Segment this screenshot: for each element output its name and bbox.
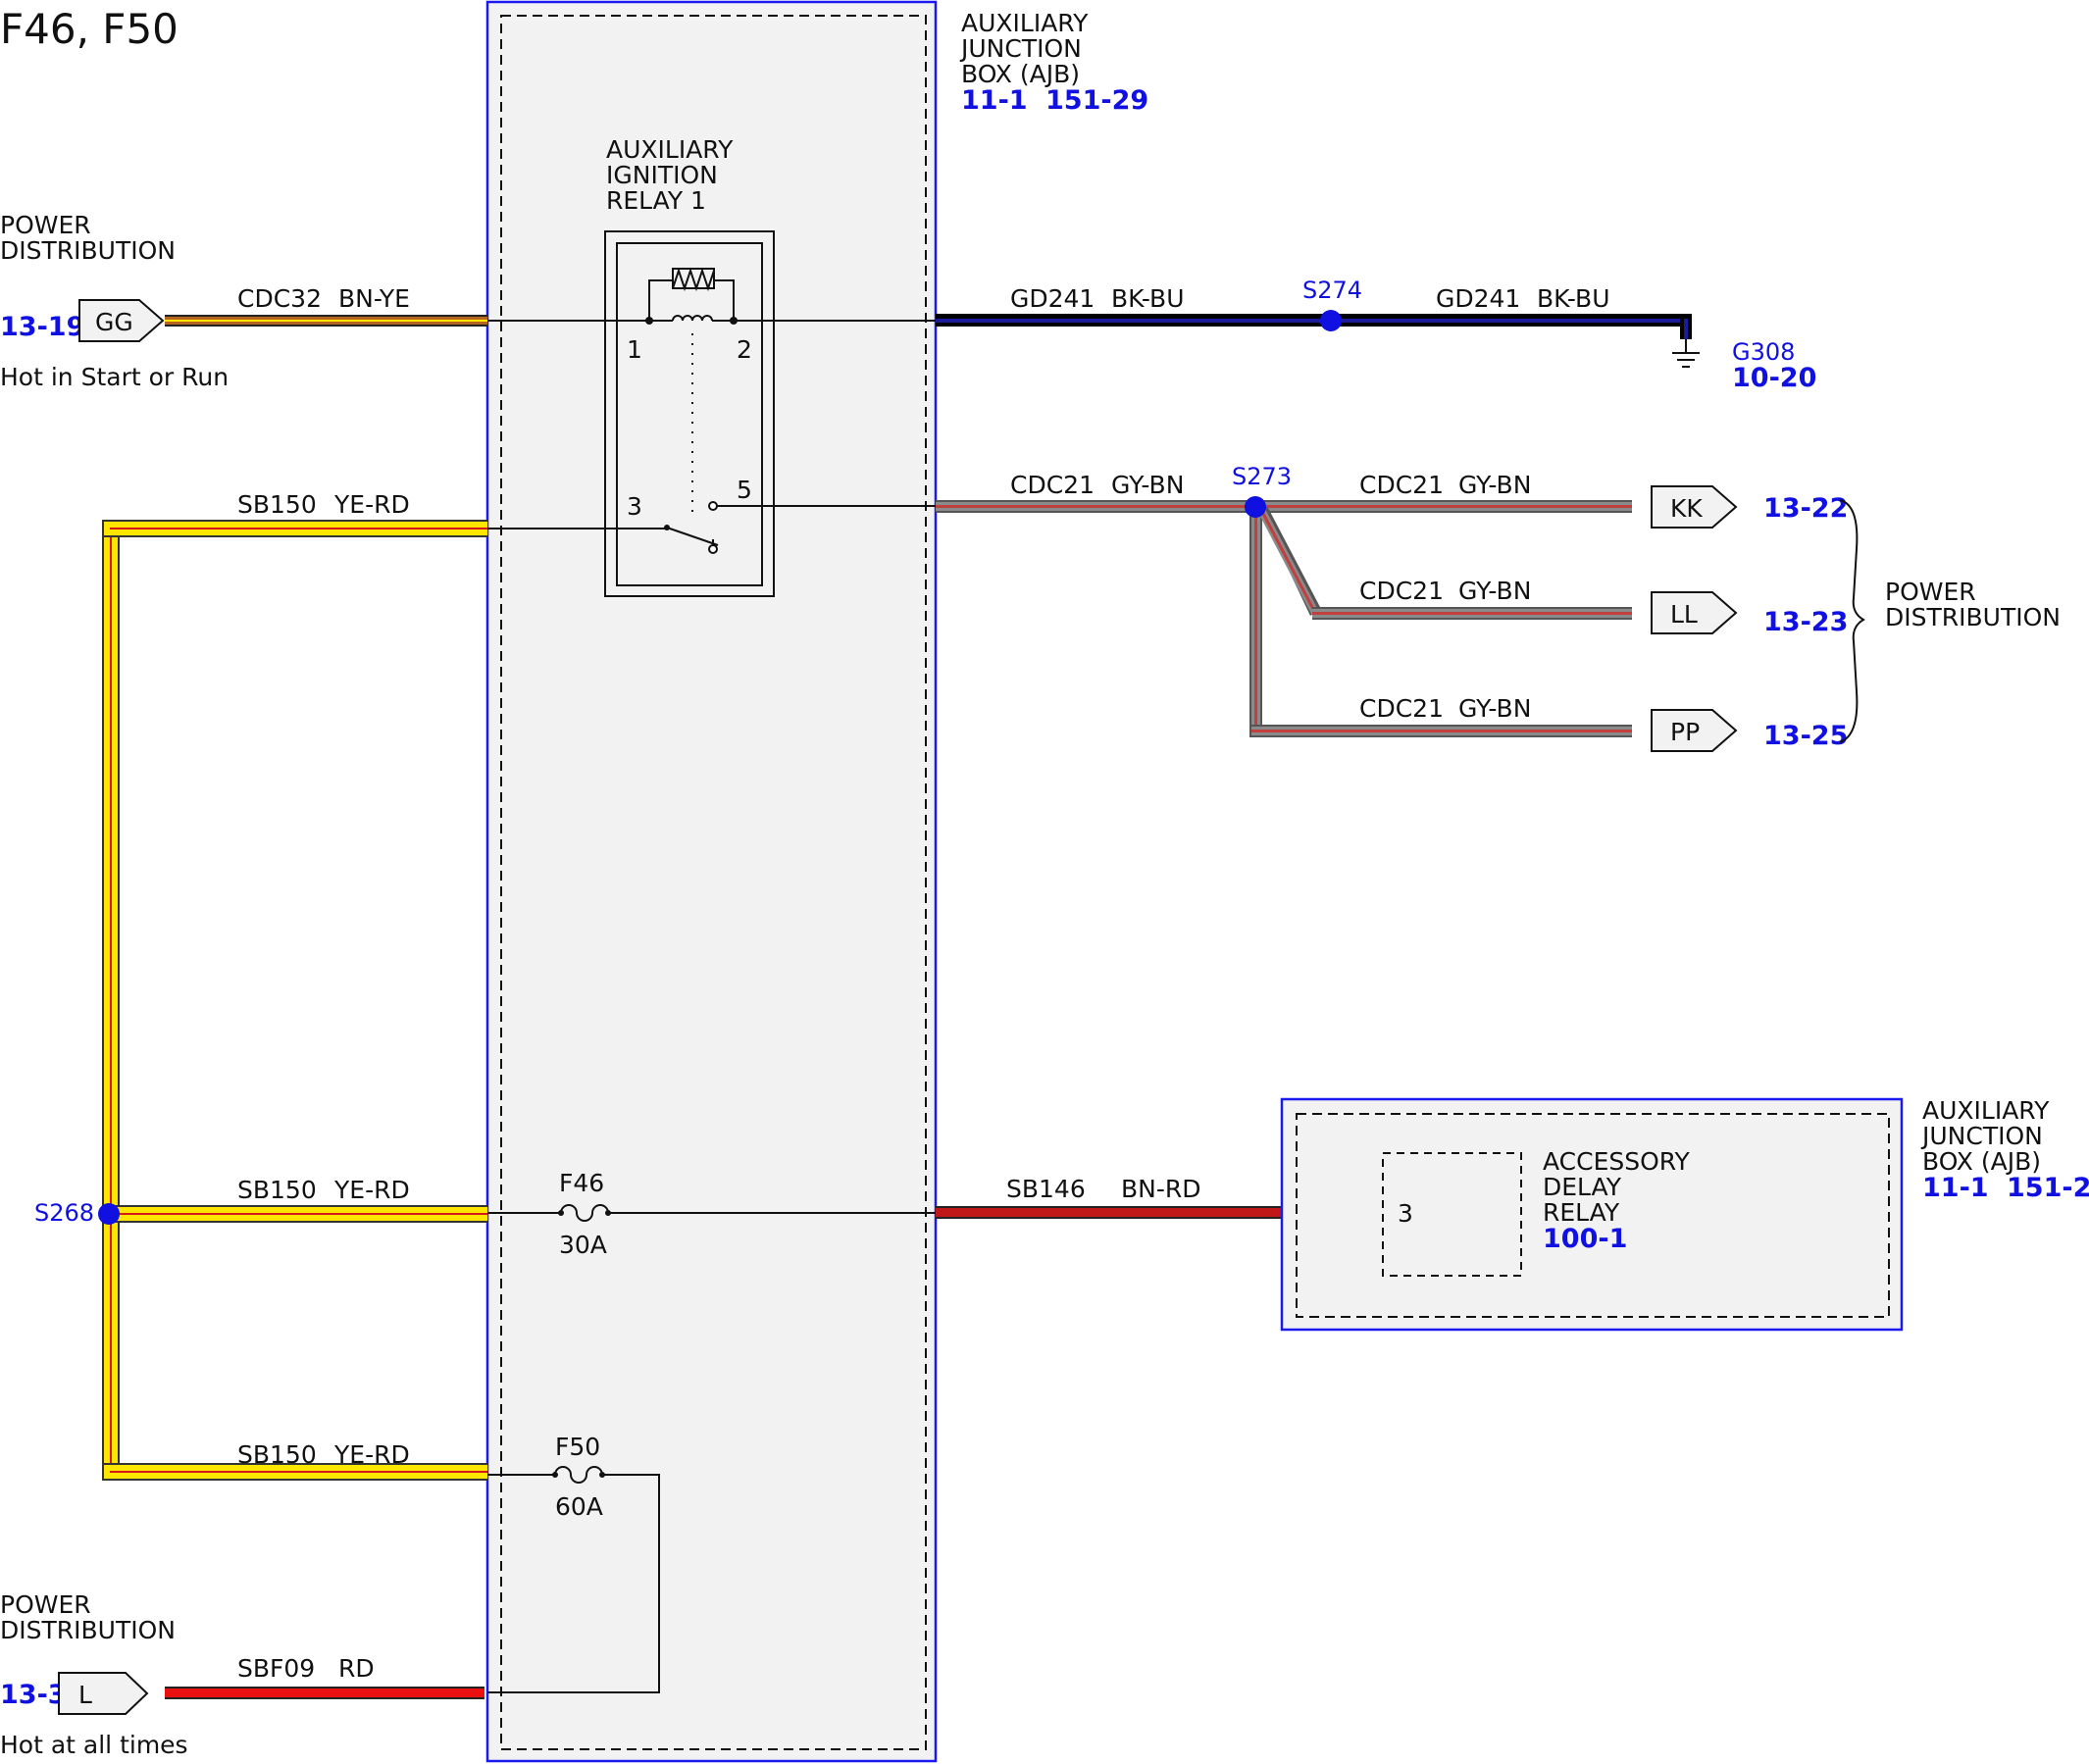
wire-gd241 (936, 314, 1692, 339)
wire-cdc21-ll-color: GY-BN (1458, 577, 1531, 605)
wire-sb150-top-circuit: SB150 (237, 490, 317, 519)
wire-sb150-bus (102, 520, 487, 1481)
connector-l-label: L (78, 1681, 92, 1709)
accessory-relay-ref[interactable]: 100-1 (1543, 1224, 1627, 1254)
pd-bottom-label-2: DISTRIBUTION (0, 1616, 176, 1644)
wire-sb150-mid-color: YE-RD (333, 1176, 410, 1204)
ajb2-label-2: JUNCTION (1920, 1122, 2043, 1150)
accessory-relay-pin: 3 (1398, 1199, 1413, 1228)
pd-bottom-ref[interactable]: 13-3 (0, 1680, 67, 1710)
wire-gd241-b-circuit: GD241 (1436, 284, 1520, 313)
relay1-label-2: IGNITION (606, 161, 718, 189)
accessory-relay-label-1: ACCESSORY (1543, 1147, 1691, 1176)
wire-sbf09-color: RD (338, 1654, 375, 1683)
wire-sbf09 (165, 1687, 484, 1699)
relay1-pin-1: 1 (627, 335, 642, 364)
wire-cdc21-kk-color: GY-BN (1458, 471, 1531, 499)
fuse-f46-rating: 30A (559, 1231, 607, 1259)
wire-cdc32 (165, 315, 487, 327)
relay1-pin-3: 3 (627, 492, 642, 521)
fuse-f46-name: F46 (559, 1169, 604, 1197)
splice-s274-label: S274 (1302, 277, 1362, 304)
ajb-ref-2[interactable]: 151-29 (1045, 85, 1148, 116)
wire-cdc21-ll-circuit: CDC21 (1359, 577, 1444, 605)
wire-sbf09-circuit: SBF09 (237, 1654, 315, 1683)
ground-icon (1672, 339, 1700, 368)
f46-pin-a (558, 1210, 564, 1216)
fuse-f50-name: F50 (555, 1433, 600, 1461)
ajb2-ref-1[interactable]: 11-1 (1922, 1173, 1989, 1203)
f50-pin-a (552, 1472, 558, 1478)
ajb2-ref-2[interactable]: 151-29 (2007, 1173, 2089, 1203)
pd-right-label-1: POWER (1885, 578, 1976, 606)
pd-bottom-note: Hot at all times (0, 1731, 188, 1759)
wire-cdc21-pp-color: GY-BN (1458, 694, 1531, 723)
ajb-label-1: AUXILIARY (961, 9, 1089, 37)
pd-top-note: Hot in Start or Run (0, 363, 229, 391)
ajb2-label-1: AUXILIARY (1922, 1096, 2050, 1125)
fuse-f50-rating: 60A (555, 1492, 603, 1521)
pd-top-label-1: POWER (0, 211, 91, 239)
wire-gd241-a-color: BK-BU (1111, 284, 1185, 313)
relay1-pin-5: 5 (737, 476, 752, 504)
ajb2-label-3: BOX (AJB) (1922, 1147, 2041, 1176)
splice-s268-label: S268 (34, 1199, 94, 1227)
connector-kk-ref[interactable]: 13-22 (1763, 493, 1848, 524)
wire-sb150-mid-circuit: SB150 (237, 1176, 317, 1204)
relay1-pin-2: 2 (737, 335, 752, 364)
splice-s273 (1245, 496, 1266, 518)
wire-cdc21-main-color: GY-BN (1111, 471, 1184, 499)
splice-s273-label: S273 (1232, 463, 1292, 490)
wire-sb146-color: BN-RD (1121, 1175, 1201, 1203)
wire-sb146 (936, 1206, 1282, 1219)
connector-ll-ref[interactable]: 13-23 (1763, 607, 1848, 637)
connector-l (58, 1672, 149, 1715)
relay1-label-1: AUXILIARY (606, 135, 734, 164)
wire-sb150-bot-circuit: SB150 (237, 1440, 317, 1469)
accessory-relay-label-2: DELAY (1543, 1173, 1622, 1201)
pd-bottom-label-1: POWER (0, 1590, 91, 1619)
ajb-label-3: BOX (AJB) (961, 60, 1080, 88)
connector-ll-label: LL (1670, 600, 1698, 629)
splice-s268 (98, 1203, 120, 1225)
wiring-diagram: F46, F50 AUXILIARY JUNCTION BOX (AJB) 11… (0, 0, 2089, 1763)
wire-gd241-a-circuit: GD241 (1010, 284, 1095, 313)
connector-gg-label: GG (95, 308, 133, 336)
connector-pp-label: PP (1670, 718, 1700, 746)
pd-right-label-2: DISTRIBUTION (1885, 603, 2061, 631)
ground-ref[interactable]: 10-20 (1732, 363, 1816, 393)
pd-top-label-2: DISTRIBUTION (0, 236, 176, 265)
splice-s274 (1320, 310, 1342, 331)
ajb-label-2: JUNCTION (959, 34, 1082, 63)
wire-cdc32-circuit: CDC32 (237, 284, 322, 313)
relay1-label-3: RELAY 1 (606, 186, 706, 215)
accessory-relay-label-3: RELAY (1543, 1198, 1620, 1227)
wire-sb150-bot-color: YE-RD (333, 1440, 410, 1469)
connector-pp-ref[interactable]: 13-25 (1763, 721, 1848, 751)
connector-kk-label: KK (1670, 494, 1703, 523)
wire-cdc21-pp-circuit: CDC21 (1359, 694, 1444, 723)
wire-gd241-b-color: BK-BU (1537, 284, 1610, 313)
pd-top-ref[interactable]: 13-19 (0, 312, 84, 342)
wire-cdc32-color: BN-YE (338, 284, 410, 313)
diagram-title: F46, F50 (0, 5, 178, 53)
wire-sb146-circuit: SB146 (1006, 1175, 1086, 1203)
ajb-ref-1[interactable]: 11-1 (961, 85, 1028, 116)
ground-name: G308 (1732, 338, 1795, 366)
wire-cdc21-main-circuit: CDC21 (1010, 471, 1095, 499)
wire-cdc21-kk-circuit: CDC21 (1359, 471, 1444, 499)
wire-sb150-top-color: YE-RD (333, 490, 410, 519)
